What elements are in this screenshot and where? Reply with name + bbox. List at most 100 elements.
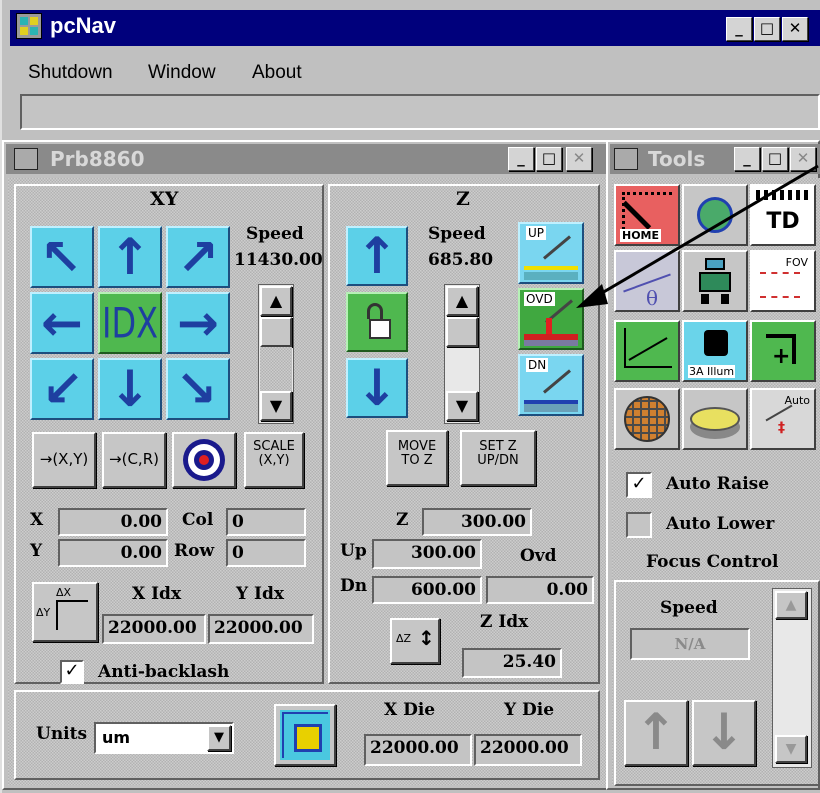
chuck-icon xyxy=(690,407,740,431)
x-idx-field: 22000.00 xyxy=(102,614,206,644)
focus-scroll-down-arrow-icon[interactable]: ▼ xyxy=(775,735,807,763)
row-value-field: 0 xyxy=(226,539,306,567)
x-label: X xyxy=(30,510,44,530)
auto-raise-checkbox[interactable]: ✓ xyxy=(626,472,652,498)
close-button[interactable]: ✕ xyxy=(782,17,808,41)
probe-needle-icon xyxy=(543,235,571,260)
x-die-label: X Die xyxy=(384,700,436,720)
goto-cr-button[interactable]: →(C,R) xyxy=(102,432,166,488)
menu-shutdown[interactable]: Shutdown xyxy=(28,62,113,84)
y-idx-field: 22000.00 xyxy=(208,614,314,644)
z-arrow-up-icon: ↑ xyxy=(356,227,398,285)
menu-window[interactable]: Window xyxy=(148,62,216,84)
focus-up-button[interactable]: ↑ xyxy=(624,700,688,766)
scroll-down-arrow-icon[interactable]: ▼ xyxy=(260,391,292,421)
z-speed-scrollbar[interactable]: ▲ ▼ xyxy=(444,284,480,424)
col-value-field: 0 xyxy=(226,508,306,536)
move-up-left-button[interactable]: ↑ xyxy=(26,221,98,293)
scroll-thumb[interactable] xyxy=(260,317,292,347)
xy-speed-label: Speed xyxy=(246,224,304,244)
units-value: um xyxy=(102,728,131,747)
z-label: Z xyxy=(396,510,409,530)
maximize-button[interactable]: □ xyxy=(754,17,780,41)
prb-maximize-button[interactable]: □ xyxy=(536,147,562,171)
menu-about[interactable]: About xyxy=(252,62,302,84)
y-label: Y xyxy=(30,541,43,561)
focus-up-arrow-icon: ↑ xyxy=(635,703,677,761)
focus-speed-field: N/A xyxy=(630,628,750,660)
main-title-bar[interactable] xyxy=(10,10,820,46)
y-value-field: 0.00 xyxy=(58,539,168,567)
target-button[interactable] xyxy=(172,432,236,488)
z-dn-position-button[interactable]: DN xyxy=(518,354,584,416)
auto-tool-button[interactable]: Auto ‡ xyxy=(750,388,816,450)
padlock-open-icon xyxy=(363,303,391,341)
delta-xy-button[interactable]: ΔX ΔY xyxy=(32,582,98,642)
ovd-position-label: OVD xyxy=(524,292,555,306)
auto-needle-icon xyxy=(765,404,793,422)
move-down-right-button[interactable]: ↓ xyxy=(163,354,234,425)
move-down-left-button[interactable]: ↓ xyxy=(27,354,98,425)
move-down-button[interactable]: ↓ xyxy=(98,358,162,420)
focus-down-button[interactable]: ↓ xyxy=(692,700,756,766)
toolbar-strip xyxy=(20,94,820,130)
z-value-field: 300.00 xyxy=(422,508,532,536)
goto-xy-button[interactable]: →(X,Y) xyxy=(32,432,96,488)
app-title: pcNav xyxy=(50,13,117,38)
x-die-field: 22000.00 xyxy=(364,734,472,766)
die-layout-button[interactable] xyxy=(274,704,336,766)
xy-speed-value: 11430.00 xyxy=(234,250,323,270)
xy-plot-tool-button[interactable] xyxy=(614,320,680,382)
set-z-updn-button[interactable]: SET Z UP/DN xyxy=(460,430,536,486)
row-label: Row xyxy=(174,541,215,561)
focus-speed-label: Speed xyxy=(660,598,718,618)
target-icon xyxy=(183,439,225,481)
anti-backlash-checkbox[interactable]: ✓ xyxy=(60,660,84,684)
y-die-field: 22000.00 xyxy=(474,734,582,766)
auto-raise-check-icon: ✓ xyxy=(631,473,647,494)
move-to-z-button[interactable]: MOVE TO Z xyxy=(386,430,448,486)
z-scroll-thumb[interactable] xyxy=(446,317,478,347)
scale-xy-button[interactable]: SCALE (X,Y) xyxy=(244,432,304,488)
scroll-up-arrow-icon[interactable]: ▲ xyxy=(260,286,292,316)
z-idx-field: 25.40 xyxy=(462,648,562,678)
arrow-up-left-icon: ↑ xyxy=(26,221,98,293)
delta-x-label: ΔX xyxy=(56,586,72,599)
anti-backlash-label: Anti-backlash xyxy=(98,662,230,682)
check-icon: ✓ xyxy=(64,660,80,681)
arrow-left-icon: ← xyxy=(41,294,83,352)
illumination-tool-button[interactable]: 3A Illum xyxy=(682,320,748,382)
step-tool-button[interactable]: + xyxy=(750,320,816,382)
die-grid-icon xyxy=(280,710,330,760)
arrow-up-right-icon: ↑ xyxy=(162,221,234,293)
z-up-button[interactable]: ↑ xyxy=(346,226,408,286)
focus-scroll-up-arrow-icon[interactable]: ▲ xyxy=(775,591,807,619)
chevron-down-icon[interactable]: ▼ xyxy=(207,725,231,751)
prb-window-icon xyxy=(14,148,38,170)
dn-value-field: 600.00 xyxy=(372,576,482,604)
delta-z-button[interactable]: ΔZ ↕ xyxy=(390,618,440,664)
move-left-button[interactable]: ← xyxy=(30,292,94,354)
minimize-button[interactable]: _ xyxy=(726,17,752,41)
move-up-right-button[interactable]: ↑ xyxy=(162,221,234,293)
auto-lower-checkbox[interactable] xyxy=(626,512,652,538)
z-lock-button[interactable] xyxy=(346,292,408,352)
z-arrow-down-icon: ↓ xyxy=(356,359,398,417)
z-scroll-up-arrow-icon[interactable]: ▲ xyxy=(446,286,478,316)
y-die-label: Y Die xyxy=(504,700,555,720)
focus-speed-scrollbar[interactable]: ▲ ▼ xyxy=(772,588,812,768)
units-select[interactable]: um ▼ xyxy=(94,722,234,754)
col-label: Col xyxy=(182,510,214,530)
z-down-button[interactable]: ↓ xyxy=(346,358,408,418)
z-scroll-down-arrow-icon[interactable]: ▼ xyxy=(446,391,478,421)
chuck-tool-button[interactable] xyxy=(682,388,748,450)
move-right-button[interactable]: → xyxy=(166,292,230,354)
wafer-map-tool-button[interactable] xyxy=(614,388,680,450)
prb-minimize-button[interactable]: _ xyxy=(508,147,534,171)
x-idx-label: X Idx xyxy=(132,584,182,604)
idx-button[interactable]: IDX xyxy=(98,292,162,354)
z-speed-label: Speed xyxy=(428,224,486,244)
illumination-icon xyxy=(704,330,728,356)
xy-speed-scrollbar[interactable]: ▲ ▼ xyxy=(258,284,294,424)
move-up-button[interactable]: ↑ xyxy=(98,226,162,288)
